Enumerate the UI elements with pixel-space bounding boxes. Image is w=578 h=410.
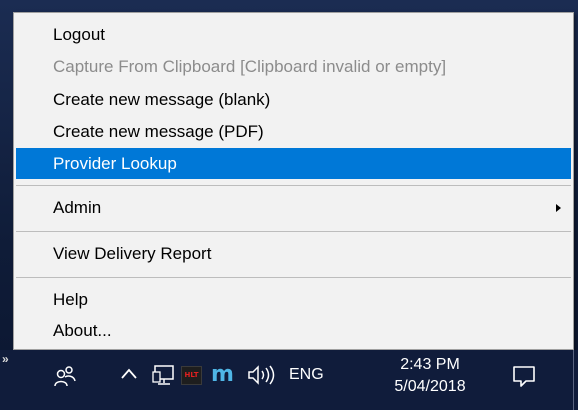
- network-icon[interactable]: [152, 364, 176, 386]
- menu-item-help[interactable]: Help: [16, 285, 571, 315]
- language-indicator[interactable]: ENG: [289, 366, 324, 384]
- submenu-arrow-icon: [556, 204, 561, 212]
- clock-time[interactable]: 2:43 PM: [384, 356, 476, 374]
- show-desktop-edge[interactable]: [573, 350, 574, 410]
- taskbar-overflow-chevrons[interactable]: »: [2, 352, 9, 366]
- menu-item-label: Admin: [53, 198, 102, 217]
- clock-date[interactable]: 5/04/2018: [384, 378, 476, 396]
- show-hidden-icons-caret-icon[interactable]: [120, 367, 138, 381]
- menu-item-label: Create new message (PDF): [53, 122, 264, 141]
- taskbar: » HLT m ENG 2:43 PM 5/04/2018: [0, 350, 578, 410]
- menu-item-label: About...: [53, 321, 112, 340]
- menu-item-label: Help: [53, 290, 88, 309]
- action-center-icon[interactable]: [511, 363, 537, 389]
- menu-item-provider-lookup[interactable]: Provider Lookup: [16, 148, 571, 179]
- menu-item-label: Capture From Clipboard [Clipboard invali…: [53, 57, 447, 76]
- menu-item-label: Logout: [53, 25, 105, 44]
- menu-item-label: View Delivery Report: [53, 244, 212, 263]
- menu-separator: [16, 277, 571, 278]
- menu-item-create-message-blank[interactable]: Create new message (blank): [16, 85, 571, 115]
- hlt-app-icon[interactable]: HLT: [181, 366, 202, 385]
- menu-item-capture-from-clipboard: Capture From Clipboard [Clipboard invali…: [16, 52, 571, 82]
- menu-item-label: Create new message (blank): [53, 90, 271, 109]
- context-menu: Logout Capture From Clipboard [Clipboard…: [13, 12, 574, 350]
- menu-item-admin[interactable]: Admin: [16, 193, 571, 223]
- menu-item-create-message-pdf[interactable]: Create new message (PDF): [16, 117, 571, 147]
- menu-item-about[interactable]: About...: [16, 316, 571, 346]
- volume-icon[interactable]: [246, 364, 280, 386]
- menu-separator: [16, 231, 571, 232]
- menu-item-logout[interactable]: Logout: [16, 20, 571, 50]
- people-icon[interactable]: [53, 365, 77, 387]
- menu-item-label: Provider Lookup: [53, 154, 177, 173]
- menu-separator: [16, 185, 571, 186]
- menu-item-view-delivery-report[interactable]: View Delivery Report: [16, 239, 571, 269]
- m-app-icon[interactable]: m: [211, 362, 234, 387]
